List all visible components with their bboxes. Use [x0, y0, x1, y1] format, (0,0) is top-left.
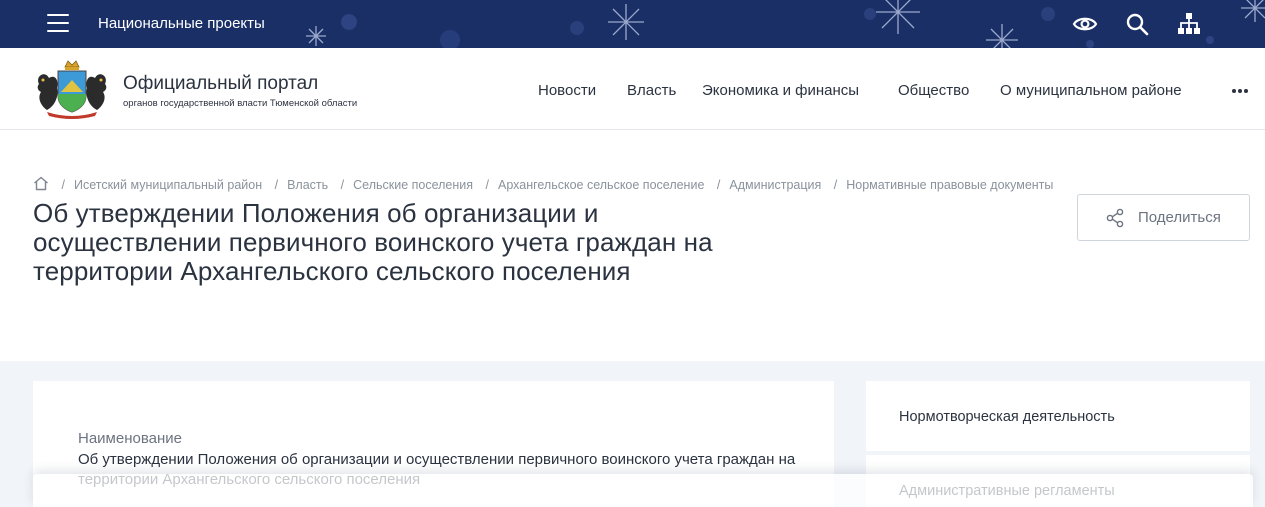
share-button[interactable]: Поделиться: [1077, 194, 1250, 241]
breadcrumb-item-district[interactable]: Исетский муниципальный район: [74, 178, 262, 192]
eye-icon[interactable]: [1072, 12, 1098, 36]
sitemap-icon[interactable]: [1176, 12, 1202, 36]
share-label: Поделиться: [1138, 209, 1221, 226]
nav-item-economy[interactable]: Экономика и финансы: [702, 82, 859, 99]
nav-item-news[interactable]: Новости: [538, 82, 596, 99]
coat-of-arms-logo[interactable]: [33, 58, 111, 120]
portal-subtitle: органов государственной власти Тюменской…: [123, 98, 358, 109]
breadcrumb-item-legal-documents[interactable]: Нормативные правовые документы: [846, 178, 1053, 192]
search-icon[interactable]: [1125, 12, 1151, 36]
top-banner: Национальные проекты: [0, 0, 1265, 48]
national-projects-link[interactable]: Национальные проекты: [98, 15, 265, 32]
menu-burger-button[interactable]: [47, 14, 69, 32]
document-card: Наименование Об утверждении Положения об…: [33, 381, 834, 507]
sidebar-item-label: Нормотворческая деятельность: [899, 409, 1115, 425]
breadcrumb: / Исетский муниципальный район / Власть / С…: [33, 176, 1053, 192]
nav-item-about-district[interactable]: О муниципальном районе: [1000, 82, 1182, 99]
name-field-label: Наименование: [78, 430, 182, 447]
breadcrumb-item-administration[interactable]: Администрация: [729, 178, 821, 192]
breadcrumb-item-rural-settlements[interactable]: Сельские поселения: [353, 178, 473, 192]
more-dots-icon[interactable]: [1232, 89, 1250, 93]
share-icon: [1106, 208, 1124, 228]
sidebar-item-rulemaking[interactable]: Нормотворческая деятельность: [866, 381, 1250, 451]
page-title: Об утверждении Положения об организации …: [33, 198, 713, 286]
portal-title[interactable]: Официальный портал: [123, 73, 318, 95]
nav-item-government[interactable]: Власть: [627, 82, 676, 99]
home-icon[interactable]: [33, 176, 49, 191]
name-field-value: Об утверждении Положения об организации …: [78, 451, 796, 488]
nav-item-society[interactable]: Общество: [898, 82, 969, 99]
sidebar-item-label: Административные регламенты: [899, 483, 1115, 499]
sidebar-item-admin-regulations[interactable]: Административные регламенты: [866, 455, 1250, 507]
breadcrumb-item-government[interactable]: Власть: [287, 178, 328, 192]
site-header: Официальный портал органов государственн…: [0, 48, 1265, 130]
breadcrumb-item-arkhangelsk-settlement[interactable]: Архангельское сельское поселение: [498, 178, 704, 192]
